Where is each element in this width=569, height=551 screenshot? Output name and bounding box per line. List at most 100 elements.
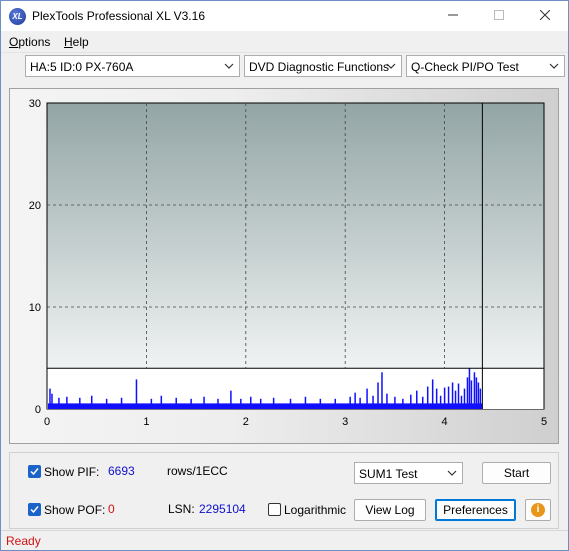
minimize-icon[interactable] bbox=[430, 1, 476, 31]
data-bar bbox=[90, 395, 93, 409]
y-tick-label: 0 bbox=[35, 404, 41, 416]
data-bar bbox=[402, 398, 404, 409]
show-pif-checkbox[interactable] bbox=[28, 465, 41, 478]
data-bar bbox=[105, 398, 108, 409]
data-bar bbox=[431, 379, 434, 409]
data-bar bbox=[366, 388, 368, 409]
menu-options[interactable]: Options bbox=[9, 35, 50, 49]
data-bar bbox=[58, 397, 60, 409]
x-tick-label: 0 bbox=[44, 416, 50, 428]
data-bar bbox=[386, 393, 388, 409]
pif-unit: rows/1ECC bbox=[167, 464, 228, 478]
menu-options-rest: ptions bbox=[18, 35, 51, 49]
data-bar bbox=[49, 388, 51, 409]
chevron-down-icon bbox=[549, 63, 559, 69]
data-bar bbox=[394, 396, 396, 409]
chevron-down-icon bbox=[386, 63, 396, 69]
status-text: Ready bbox=[6, 534, 41, 548]
data-bar bbox=[203, 396, 205, 409]
data-bar bbox=[451, 382, 454, 409]
data-bar bbox=[460, 395, 463, 409]
info-button[interactable]: i bbox=[525, 499, 551, 521]
chevron-down-icon bbox=[224, 63, 234, 69]
data-bar bbox=[304, 396, 307, 409]
data-bar bbox=[457, 383, 460, 409]
function-select[interactable]: DVD Diagnostic Functions bbox=[244, 55, 402, 77]
data-bar bbox=[479, 388, 482, 409]
data-bar bbox=[135, 379, 138, 409]
data-bar bbox=[473, 372, 476, 409]
data-bar bbox=[175, 397, 177, 409]
test-select[interactable]: Q-Check PI/PO Test bbox=[406, 55, 565, 77]
data-bar bbox=[372, 395, 374, 409]
data-bar bbox=[349, 396, 351, 409]
checkmark-icon bbox=[30, 506, 39, 514]
x-tick-label: 1 bbox=[143, 416, 149, 428]
view-log-button[interactable]: View Log bbox=[354, 499, 426, 521]
lsn-label: LSN: bbox=[168, 502, 195, 516]
data-bar bbox=[230, 390, 232, 409]
show-pif-label: Show PIF: bbox=[44, 465, 100, 479]
data-bar bbox=[334, 398, 337, 409]
menu-help[interactable]: Help bbox=[64, 35, 89, 49]
data-bar bbox=[421, 396, 424, 409]
data-bar bbox=[240, 398, 242, 409]
drive-select[interactable]: HA:5 ID:0 PX-760A bbox=[25, 55, 240, 77]
x-tick-label: 2 bbox=[243, 416, 249, 428]
data-bar bbox=[466, 377, 469, 409]
pif-value: 6693 bbox=[108, 464, 135, 478]
close-icon[interactable] bbox=[522, 1, 568, 31]
chart-panel: 0 1 2 3 4 5 0 10 20 30 bbox=[9, 88, 559, 444]
data-bar bbox=[381, 372, 383, 409]
data-bar bbox=[416, 390, 418, 409]
data-bar bbox=[439, 395, 442, 409]
show-pof-checkbox[interactable] bbox=[28, 503, 41, 516]
sum-test-value: SUM1 Test bbox=[359, 467, 418, 481]
data-bar bbox=[477, 382, 480, 409]
data-bar bbox=[120, 397, 123, 409]
pof-value: 0 bbox=[108, 502, 115, 516]
app-logo-icon: XL bbox=[9, 8, 26, 25]
y-tick-label: 30 bbox=[29, 98, 41, 110]
window-title: PlexTools Professional XL V3.16 bbox=[32, 9, 205, 23]
data-bar bbox=[354, 392, 356, 409]
data-bar bbox=[426, 386, 429, 409]
logarithmic-checkbox[interactable] bbox=[268, 503, 281, 516]
data-bar bbox=[454, 390, 457, 409]
data-bar bbox=[470, 380, 473, 409]
sum-test-select[interactable]: SUM1 Test bbox=[354, 462, 463, 484]
data-bar bbox=[468, 368, 471, 409]
y-tick-label: 20 bbox=[29, 200, 41, 212]
info-icon: i bbox=[531, 503, 545, 517]
x-tick-label: 3 bbox=[342, 416, 348, 428]
test-select-value: Q-Check PI/PO Test bbox=[411, 60, 519, 74]
y-axis-ticks: 0 10 20 30 bbox=[29, 98, 41, 416]
plot-area bbox=[46, 102, 545, 410]
data-bar bbox=[289, 398, 292, 409]
drive-select-value: HA:5 ID:0 PX-760A bbox=[30, 60, 134, 74]
title-bar[interactable]: XL PlexTools Professional XL V3.16 bbox=[1, 1, 568, 31]
data-bar bbox=[272, 397, 275, 409]
function-select-value: DVD Diagnostic Functions bbox=[249, 60, 390, 74]
data-bar bbox=[66, 396, 68, 409]
data-bar bbox=[319, 398, 322, 409]
menu-help-rest: elp bbox=[72, 35, 89, 49]
checkmark-icon bbox=[30, 468, 39, 476]
data-bar bbox=[250, 396, 252, 409]
data-bar bbox=[217, 398, 219, 409]
data-bar bbox=[463, 388, 466, 409]
data-bar bbox=[447, 386, 450, 409]
data-bar bbox=[259, 398, 262, 409]
x-tick-label: 5 bbox=[541, 416, 547, 428]
data-bar bbox=[475, 377, 478, 409]
start-button[interactable]: Start bbox=[482, 462, 551, 484]
data-bar bbox=[443, 387, 446, 409]
start-button-label: Start bbox=[503, 466, 530, 480]
data-bar bbox=[160, 395, 163, 409]
menu-bar: Options Help bbox=[1, 32, 568, 52]
maximize-icon[interactable] bbox=[476, 1, 522, 31]
x-axis-ticks: 0 1 2 3 4 5 bbox=[44, 416, 547, 428]
data-bar bbox=[359, 397, 361, 409]
y-tick-label: 10 bbox=[29, 302, 41, 314]
preferences-button[interactable]: Preferences bbox=[435, 499, 516, 521]
